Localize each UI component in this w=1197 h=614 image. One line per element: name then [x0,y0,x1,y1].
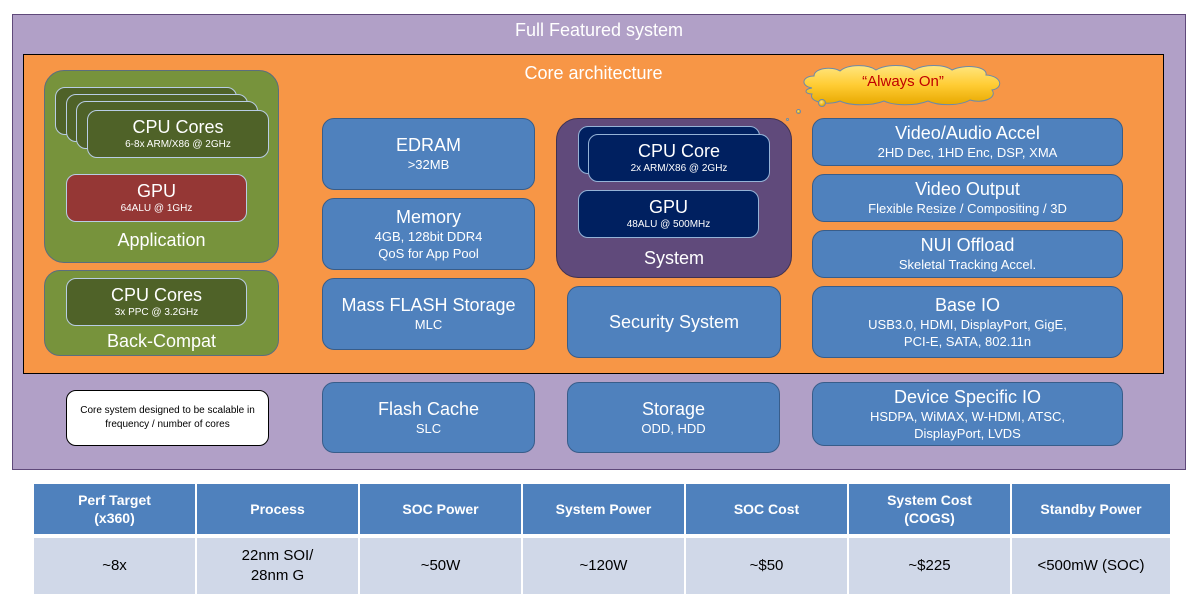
device-specific-io-spec-line-1: HSDPA, WiMAX, W-HDMI, ATSC, [869,408,1065,424]
flash-cache-spec: SLC [415,420,442,436]
memory-block: Memory 4GB, 128bit DDR4 QoS for App Pool [322,198,535,270]
memory-spec-line-1: 4GB, 128bit DDR4 [374,228,483,244]
mass-flash-storage-title: Mass FLASH Storage [341,295,516,315]
header-process: Process [197,484,360,538]
system-gpu-spec: 48ALU @ 500MHz [626,219,711,230]
back-compat-cpu-title: CPU Cores [110,285,203,305]
spec-table-header-row: Perf Target (x360) Process SOC Power Syst… [34,484,1170,538]
thought-bubble-icon [818,99,826,107]
application-gpu-block: GPU 64ALU @ 1GHz [66,174,247,222]
system-cpu-spec: 2x ARM/X86 @ 2GHz [630,163,728,174]
nui-offload-title: NUI Offload [920,235,1015,255]
storage-title: Storage [641,398,706,419]
edram-block: EDRAM >32MB [322,118,535,190]
application-label: Application [117,230,206,250]
cell-process: 22nm SOI/28nm G [197,538,360,594]
scalability-note: Core system designed to be scalable in f… [66,390,269,446]
edram-title: EDRAM [395,135,461,155]
base-io-title: Base IO [934,294,1001,315]
edram-spec: >32MB [407,157,450,172]
cell-system-cost: ~$225 [849,538,1012,594]
security-system-title: Security System [608,311,740,332]
back-compat-label: Back-Compat [106,331,217,351]
header-soc-cost: SOC Cost [686,484,849,538]
video-output-title: Video Output [915,179,1020,199]
application-cpu-spec: 6-8x ARM/X86 @ 2GHz [125,139,231,150]
cell-standby-power: <500mW (SOC) [1012,538,1170,594]
system-label: System [643,248,704,268]
video-audio-accel-title: Video/Audio Accel [895,123,1040,143]
system-cpu-title: CPU Core [637,141,721,161]
memory-spec-line-2: QoS for App Pool [378,245,479,261]
flash-cache-block: Flash Cache SLC [322,382,535,453]
memory-title: Memory [395,206,461,227]
back-compat-cpu-cores-block: CPU Cores 3x PPC @ 3.2GHz [66,278,247,326]
thought-bubble-icon [796,109,801,114]
base-io-spec-line-2: PCI-E, SATA, 802.11n [903,333,1032,349]
nui-offload-spec: Skeletal Tracking Accel. [898,257,1037,272]
device-specific-io-title: Device Specific IO [893,386,1042,407]
application-cpu-cores-block: CPU Cores 6-8x ARM/X86 @ 2GHz [87,110,269,158]
spec-table: Perf Target (x360) Process SOC Power Syst… [34,484,1170,594]
device-specific-io-spec-line-2: DisplayPort, LVDS [914,425,1021,441]
cell-soc-power: ~50W [360,538,523,594]
video-output-block: Video Output Flexible Resize / Compositi… [812,174,1123,222]
always-on-label: “Always On” [862,73,944,90]
cell-soc-cost: ~$50 [686,538,849,594]
thought-bubble-icon [786,118,789,121]
cell-perf-target: ~8x [34,538,197,594]
security-system-block: Security System [567,286,781,358]
back-compat-cpu-spec: 3x PPC @ 3.2GHz [114,307,199,318]
header-standby-power: Standby Power [1012,484,1170,538]
header-soc-power: SOC Power [360,484,523,538]
system-gpu-title: GPU [648,197,688,217]
cell-system-power: ~120W [523,538,686,594]
nui-offload-block: NUI Offload Skeletal Tracking Accel. [812,230,1123,278]
header-system-cost: System Cost (COGS) [849,484,1012,538]
system-gpu-block: GPU 48ALU @ 500MHz [578,190,759,238]
full-featured-system-title: Full Featured system [514,20,684,40]
storage-block: Storage ODD, HDD [567,382,780,453]
flash-cache-title: Flash Cache [377,398,480,419]
system-cpu-core-block: CPU Core 2x ARM/X86 @ 2GHz [588,134,770,182]
video-audio-accel-spec: 2HD Dec, 1HD Enc, DSP, XMA [877,145,1058,160]
header-perf-target: Perf Target (x360) [34,484,197,538]
storage-spec: ODD, HDD [641,420,706,436]
mass-flash-storage-spec: MLC [414,317,443,332]
table-row: ~8x 22nm SOI/28nm G ~50W ~120W ~$50 ~$22… [34,538,1170,594]
base-io-spec-line-1: USB3.0, HDMI, DisplayPort, GigE, [868,316,1067,332]
header-system-power: System Power [523,484,686,538]
device-specific-io-block: Device Specific IO HSDPA, WiMAX, W-HDMI,… [812,382,1123,446]
video-output-spec: Flexible Resize / Compositing / 3D [868,201,1067,216]
application-gpu-spec: 64ALU @ 1GHz [120,203,193,214]
base-io-block: Base IO USB3.0, HDMI, DisplayPort, GigE,… [812,286,1123,358]
application-cpu-title: CPU Cores [132,117,224,137]
mass-flash-storage-block: Mass FLASH Storage MLC [322,278,535,350]
video-audio-accel-block: Video/Audio Accel 2HD Dec, 1HD Enc, DSP,… [812,118,1123,166]
application-gpu-title: GPU [136,181,176,201]
